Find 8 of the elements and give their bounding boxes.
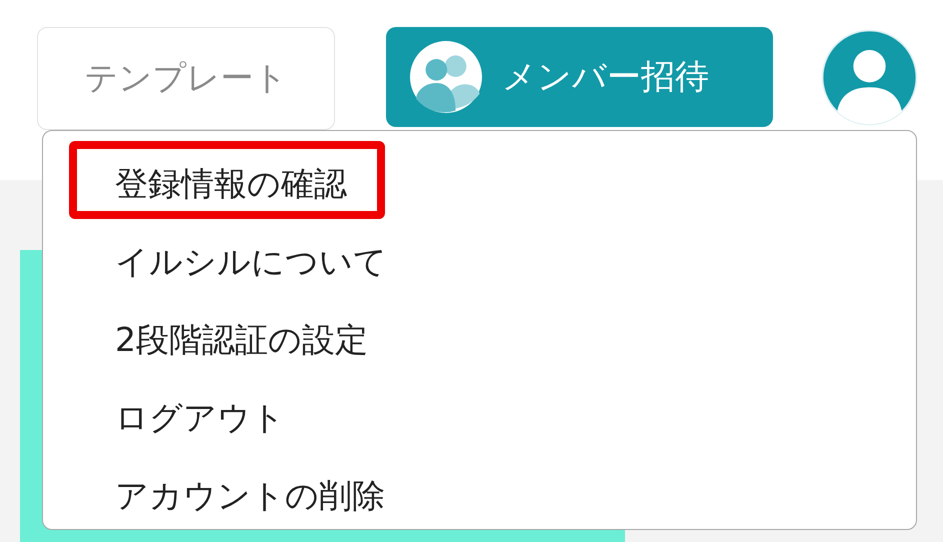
people-icon	[410, 41, 482, 113]
menu-item[interactable]: 2段階認証の設定	[69, 297, 406, 375]
menu-item[interactable]: アカウントの削除	[69, 453, 423, 531]
invite-label: メンバー招待	[502, 56, 709, 99]
menu-item[interactable]: イルシルについて	[69, 219, 425, 297]
menu-item[interactable]: ログアウト	[69, 375, 323, 453]
menu-item[interactable]: 登録情報の確認	[69, 141, 385, 219]
avatar-button[interactable]	[821, 29, 918, 126]
